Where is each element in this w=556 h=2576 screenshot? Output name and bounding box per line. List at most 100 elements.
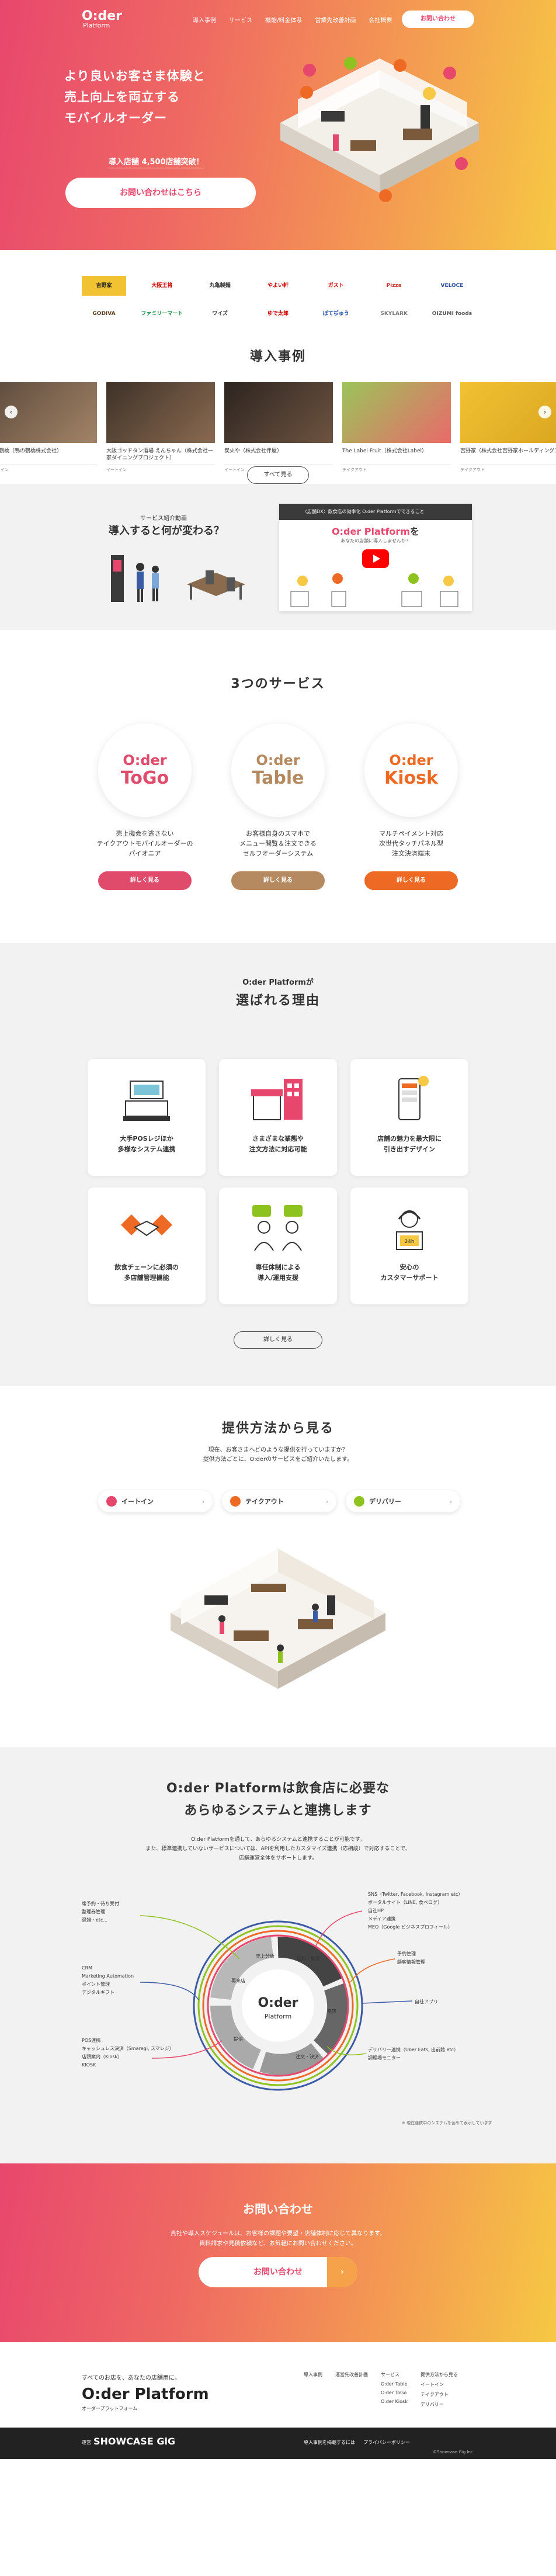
client-logo: 大阪王将 (151, 283, 173, 289)
footer-link[interactable]: イートイン (421, 2381, 458, 2388)
footer-link[interactable]: デリバリー (421, 2401, 458, 2408)
video-thumbnail-icons (290, 573, 458, 607)
arrow-right-icon: › (327, 2257, 357, 2287)
service-desc-line: 売上機会を逃さない (116, 830, 174, 837)
footer-col: 導入事例 (304, 2371, 322, 2408)
footer-company-logo[interactable]: SHOWCASE GiG (93, 2436, 175, 2447)
tab-delivery[interactable]: デリバリー › (346, 1490, 460, 1512)
ring-label: 認知・集客 (297, 1955, 320, 1961)
reason-line: 飲食チェーンに必須の (114, 1263, 179, 1271)
reason-text: 大手POSレジほか 多様なシステム連携 (88, 1134, 206, 1155)
case-card[interactable]: 鴨の鶴橋（鴨の鶴橋株式会社） イートイン (0, 382, 97, 473)
case-photo (106, 382, 215, 443)
integration-description: O:der Platformを通して、あらゆるシステムと連携することが可能です。… (0, 1835, 556, 1863)
footer-link[interactable]: サービス (381, 2371, 408, 2378)
video-subtitle: サービス紹介動画 (140, 515, 187, 522)
footer-bottom-links: 導入事例を掲載するには プライバシーポリシー (304, 2439, 410, 2446)
nav-links: 導入事例 サービス 機能/料金体系 営業先改善計画 会社概要 (193, 15, 392, 24)
chevron-left-icon[interactable]: ‹ (5, 406, 18, 418)
nav-link-company[interactable]: 会社概要 (369, 15, 392, 24)
right-bot-item: デリバリー連携（Uber Eats, 出前館 etc） (368, 2047, 458, 2052)
ring-label: 注文・決済 (296, 2054, 319, 2059)
case-title: 炭火や（株式会社伴屋） (224, 448, 283, 454)
service-desc-line: パイオニア (128, 850, 161, 857)
youtube-play-icon[interactable] (362, 549, 389, 568)
contact-button[interactable]: お問い合わせ › (199, 2257, 357, 2287)
service-table: O:der Table お客様自身のスマホで メニュー閲覧＆注文できる セルフオ… (228, 723, 328, 890)
client-logo: Pizza (386, 283, 402, 289)
left-mid-item: ポイント管理 (82, 1981, 110, 1987)
nav-link-pricing[interactable]: 機能/料金体系 (265, 15, 302, 24)
footer-link[interactable]: テイクアウト (421, 2391, 458, 2398)
reason-card-pos: 大手POSレジほか 多様なシステム連携 (88, 1059, 206, 1176)
footer-copyright: ©Showcase Gig Inc. (433, 2450, 474, 2454)
service-logo-prefix: O:der (123, 752, 167, 768)
footer-link[interactable]: 提供方法から見る (421, 2371, 458, 2378)
integration-section: O:der Platformは飲食店に必要な あらゆるシステムと連携します O:… (0, 1747, 556, 2163)
right-mid-item: 予約管理 (397, 1951, 416, 1957)
service-description: 売上機会を逃さない テイクアウトモバイルオーダーの パイオニア (95, 829, 195, 858)
table-detail-button[interactable]: 詳しく見る (231, 871, 325, 890)
chevron-right-icon: › (325, 1497, 328, 1505)
case-title: The Label Fruit（株式会社Label） (342, 448, 427, 454)
left-bot-item: POS連携 (82, 2037, 100, 2043)
case-card[interactable]: 大阪ゴッドタン酒場 えんちゃん（株式会社一家ダイニングプロジェクト） イートイン (106, 382, 215, 473)
nav-link-cases[interactable]: 導入事例 (193, 15, 216, 24)
youtube-embed[interactable]: 〈店舗DX〉飲食店の効率化 O:der Platformでできること O:der… (279, 504, 472, 611)
service-logo-prefix: O:der (389, 752, 433, 768)
service-desc-line: テイクアウトモバイルオーダーの (96, 840, 193, 847)
kiosk-people-illustration (111, 555, 245, 602)
nav-link-improvement[interactable]: 営業先改善計画 (315, 15, 356, 24)
right-top-item: メディア連携 (368, 1916, 395, 1921)
client-logo: OIZUMI foods (432, 311, 472, 317)
services-title: 3つのサービス (231, 677, 325, 691)
table-logo: O:der Table (231, 723, 325, 817)
site-logo[interactable]: O:der Platform (82, 10, 122, 29)
client-logos-section: 吉野家 大阪王将 丸亀製麺 やよい軒 ガスト Pizza VELOCE GODI… (0, 250, 556, 346)
footer-bottom-link[interactable]: 導入事例を掲載するには (304, 2439, 355, 2446)
eat-in-icon (106, 1496, 117, 1507)
footer-col: 運営先改善計画 (335, 2371, 368, 2408)
nav-link-services[interactable]: サービス (229, 15, 252, 24)
togo-detail-button[interactable]: 詳しく見る (98, 871, 192, 890)
client-logo: GODIVA (92, 311, 116, 317)
footer-link[interactable]: O:der ToGo (381, 2390, 408, 2395)
footer-link[interactable]: O:der Kiosk (381, 2399, 408, 2404)
pos-register-icon (123, 1081, 170, 1121)
client-logo: やよい軒 (267, 283, 289, 289)
right-bot-item: 調理場モニター (368, 2055, 401, 2061)
cases-carousel[interactable]: 鴨の鶴橋（鴨の鶴橋株式会社） イートイン 大阪ゴッドタン酒場 えんちゃん（株式会… (0, 382, 556, 473)
hero-contact-button[interactable]: お問い合わせはこちら (65, 178, 256, 208)
hero-line-1: より良いお客さま体験と (64, 69, 206, 83)
reason-line: 多様なシステム連携 (117, 1145, 176, 1153)
contact-desc-line: 貴社や導入スケジュールは、お客様の課題や要望・店舗体制に応じて異なります。 (170, 2231, 386, 2237)
service-desc-line: お客様自身のスマホで (246, 830, 310, 837)
nav-contact-button[interactable]: お問い合わせ (402, 11, 474, 28)
hero-line-2: 売上向上を両立する (64, 90, 180, 104)
case-card[interactable]: The Label Fruit（株式会社Label） テイクアウト (342, 382, 451, 473)
kiosk-detail-button[interactable]: 詳しく見る (364, 871, 458, 890)
tab-eat-in[interactable]: イートイン › (98, 1490, 213, 1512)
diagram-center-logo: O:der (258, 1996, 298, 2010)
ring-label: 来店 (327, 2008, 336, 2014)
right-top-item: SNS（Twitter, Facebook, Instagram etc） (368, 1892, 463, 1897)
reason-line: 専任体制による (255, 1263, 301, 1271)
footer-link[interactable]: 運営先改善計画 (335, 2371, 368, 2378)
hero-isometric-store-illustration (280, 57, 479, 202)
footer-bottom-link[interactable]: プライバシーポリシー (363, 2439, 410, 2446)
case-card[interactable]: 炭火や（株式会社伴屋） イートイン (224, 382, 333, 473)
footer-link[interactable]: O:der Table (381, 2381, 408, 2387)
right-top-item: MEO（Google ビジネスプロフィール） (368, 1924, 453, 1930)
cases-view-all-button[interactable]: すべて見る (247, 466, 309, 484)
case-card[interactable]: 吉野家（株式会社吉野家ホールディングス） テイクアウト (460, 382, 556, 473)
store-buildings-icon (251, 1079, 303, 1120)
video-headline-logo: O:der Platform (332, 526, 410, 537)
footer-link[interactable]: 導入事例 (304, 2371, 322, 2378)
hero-headline: より良いお客さま体験と 売上向上を両立する モバイルオーダー (64, 65, 286, 129)
reason-line: 引き出すデザイン (384, 1145, 435, 1153)
footer-logo[interactable]: O:der Platform (82, 2385, 209, 2403)
client-logo: ゆで太郎 (267, 311, 289, 317)
chevron-right-icon[interactable]: › (538, 406, 551, 418)
reasons-detail-button[interactable]: 詳しく見る (234, 1331, 322, 1349)
tab-takeout[interactable]: テイクアウト › (222, 1490, 336, 1512)
